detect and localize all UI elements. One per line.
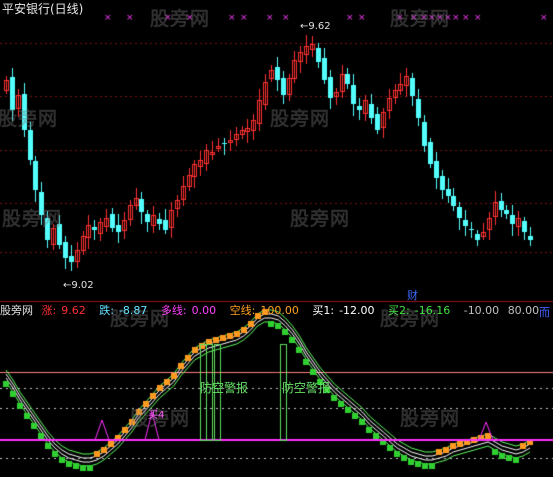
finance-event-marker[interactable]: 财 <box>407 287 418 303</box>
alert-label: 防空警报 <box>200 381 249 395</box>
watermark: 股旁网 <box>400 408 461 430</box>
watermark: 股旁网 <box>390 8 451 30</box>
indicator-settings-icon[interactable]: 而 <box>539 304 550 320</box>
watermark: 股旁网 <box>270 108 331 130</box>
watermark: 股旁网 <box>0 108 59 130</box>
indicator-item: 跌: -8.87 <box>99 304 148 317</box>
watermark: 股旁网 <box>2 208 63 230</box>
indicator-item: 买1: -12.00 <box>312 304 375 317</box>
indicator-name: 股旁网 <box>0 304 33 317</box>
stock-chart-canvas[interactable] <box>0 0 553 477</box>
indicator-item: 买2: -16.16 <box>388 304 451 317</box>
chart-title: 平安银行(日线) <box>2 2 84 16</box>
alert-label: 防空警报 <box>282 381 331 395</box>
indicator-item: 涨: 9.62 <box>41 304 86 317</box>
indicator-item: 80.00 <box>507 304 540 317</box>
low-price-label: ←9.02 <box>63 280 94 291</box>
buy-signal-label: 买4 <box>148 410 165 421</box>
watermark: 股旁网 <box>150 8 211 30</box>
indicator-values-bar: 股旁网 涨: 9.62 跌: -8.87 多线: 0.00 空线: 100.00 买1:… <box>0 304 553 318</box>
high-price-label: ←9.62 <box>300 21 331 32</box>
watermark: 股旁网 <box>290 208 351 230</box>
indicator-item: -10.00 <box>463 304 500 317</box>
indicator-item: 多线: 0.00 <box>160 304 217 317</box>
indicator-item: 空线: 100.00 <box>229 304 299 317</box>
